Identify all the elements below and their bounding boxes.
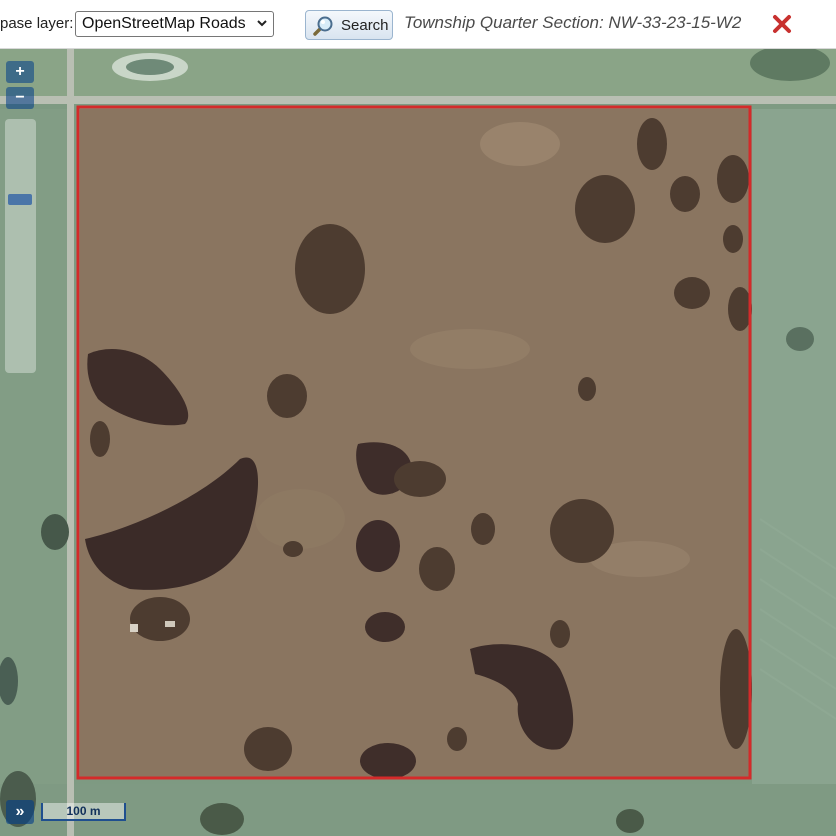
zoom-in-button[interactable]: +: [6, 61, 34, 83]
quarter-section-label: Township Quarter Section: NW-33-23-15-W2: [404, 13, 742, 32]
chevron-down-icon: [257, 20, 267, 27]
scale-bar: 100 m: [41, 803, 126, 821]
satellite-imagery: [0, 49, 836, 836]
scale-label: 100 m: [66, 804, 101, 818]
zoom-slider-track[interactable]: [5, 119, 36, 373]
base-layer-label: pase layer:: [0, 15, 74, 32]
base-layer-value: OpenStreetMap Roads: [82, 15, 246, 32]
zoom-out-button[interactable]: −: [6, 87, 34, 109]
zoom-slider-handle[interactable]: [8, 194, 32, 205]
search-icon: [313, 16, 333, 36]
search-button[interactable]: Search: [305, 10, 393, 40]
search-button-label: Search: [341, 17, 389, 34]
layer-switcher-button[interactable]: »: [6, 800, 34, 824]
base-layer-select[interactable]: OpenStreetMap Roads: [75, 11, 274, 37]
map-view[interactable]: + − » 100 m: [0, 49, 836, 836]
toolbar: pase layer: OpenStreetMap Roads Search T…: [0, 0, 836, 49]
close-icon[interactable]: [772, 14, 792, 34]
